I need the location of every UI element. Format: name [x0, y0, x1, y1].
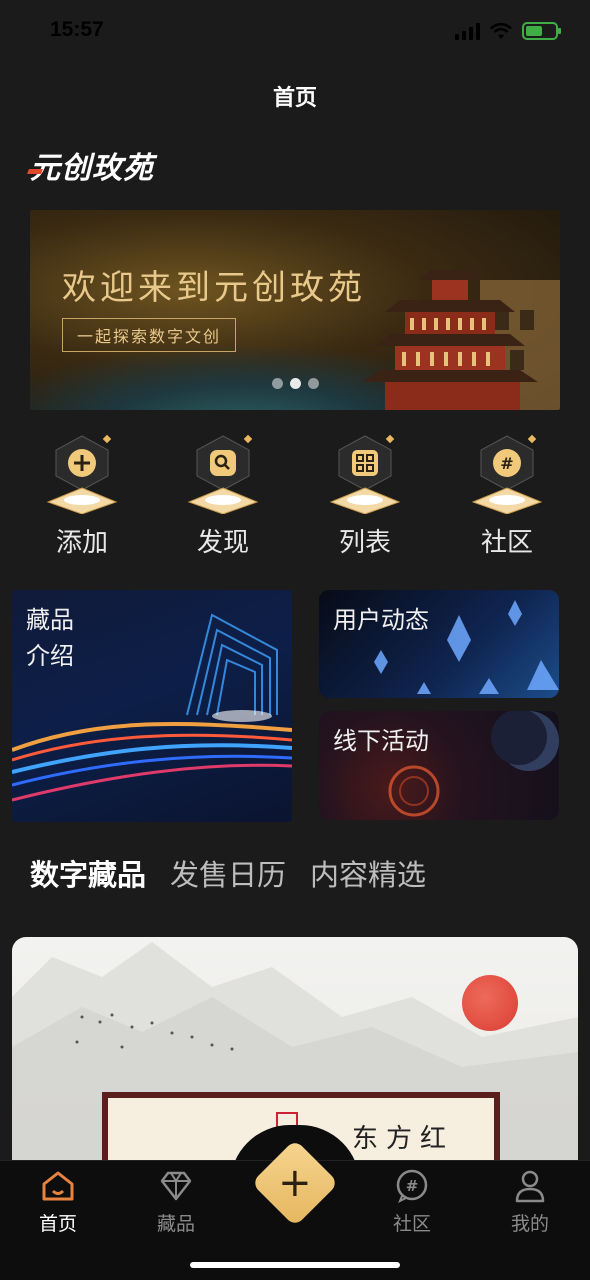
wifi-icon [490, 22, 512, 39]
tab-label: 藏品 [156, 1213, 195, 1235]
content-tabs: 数字藏品 发售日历 内容精选 [30, 852, 426, 894]
user-icon [515, 1170, 545, 1203]
action-label: 发现 [196, 528, 249, 558]
action-discover[interactable]: 发现 [168, 430, 278, 559]
grid-icon [329, 434, 401, 514]
tab-featured-content[interactable]: 内容精选 [310, 852, 426, 894]
action-add[interactable]: 添加 [27, 430, 137, 559]
red-sun-illustration [462, 975, 518, 1031]
hash-icon: # [396, 1169, 428, 1204]
diamond-icon [160, 1171, 192, 1201]
home-indicator[interactable] [190, 1262, 400, 1268]
user-activity-card[interactable]: 用户动态 [319, 590, 559, 698]
card-label-line1: 藏品 [26, 606, 74, 634]
svg-text:#: # [500, 454, 513, 473]
plus-icon: + [278, 1159, 312, 1206]
hash-icon: # [471, 434, 543, 514]
tab-digital-collections[interactable]: 数字藏品 [30, 852, 146, 894]
battery-icon [522, 22, 561, 40]
tab-community[interactable]: # 社区 [372, 1169, 452, 1236]
pagination-dot[interactable] [272, 378, 283, 389]
banner-pagination [272, 378, 319, 389]
banner-subtitle: 一起探索数字文创 [62, 318, 237, 352]
search-icon [187, 434, 259, 514]
promo-banner[interactable]: 欢迎来到元创玫苑 一起探索数字文创 [30, 210, 560, 410]
banner-title: 欢迎来到元创玫苑 [62, 268, 366, 308]
card-label-line2: 介绍 [26, 642, 74, 670]
action-community[interactable]: # 社区 [452, 430, 562, 559]
action-label: 添加 [55, 528, 108, 558]
signal-icon [455, 22, 480, 40]
plus-icon [46, 434, 118, 514]
svg-text:#: # [406, 1177, 419, 1195]
pagination-dot[interactable] [308, 378, 319, 389]
card-label: 藏品 介绍 [26, 602, 74, 674]
offline-events-card[interactable]: 线下活动 [319, 711, 559, 820]
frame-calligraphy-text: 东方红 [351, 1124, 454, 1154]
tab-label: 我的 [510, 1213, 549, 1235]
quick-actions: 添加 发现 列表 # 社区 [0, 430, 590, 570]
page-title: 首页 [272, 86, 317, 111]
tab-label: 社区 [392, 1213, 431, 1235]
home-icon [42, 1171, 74, 1201]
app-logo: 元创玫苑 [27, 143, 154, 187]
collection-intro-card[interactable]: 藏品 介绍 [12, 590, 292, 822]
card-label: 线下活动 [333, 727, 429, 755]
tab-home[interactable]: 首页 [18, 1169, 98, 1236]
pagination-dot-active[interactable] [290, 378, 301, 389]
status-bar: 15:57 [0, 0, 590, 64]
temple-illustration [362, 270, 560, 410]
tab-release-calendar[interactable]: 发售日历 [170, 852, 286, 894]
tab-collections[interactable]: 藏品 [136, 1169, 216, 1236]
action-label: 社区 [480, 528, 533, 558]
tab-label: 首页 [38, 1213, 77, 1235]
action-label: 列表 [338, 528, 391, 558]
status-icons [455, 22, 561, 40]
action-list[interactable]: 列表 [310, 430, 420, 559]
tab-profile[interactable]: 我的 [490, 1169, 570, 1236]
logo-text: 元创玫苑 [30, 151, 154, 186]
logo-mark [27, 169, 43, 174]
card-label: 用户动态 [333, 606, 429, 634]
status-time: 15:57 [50, 18, 104, 41]
